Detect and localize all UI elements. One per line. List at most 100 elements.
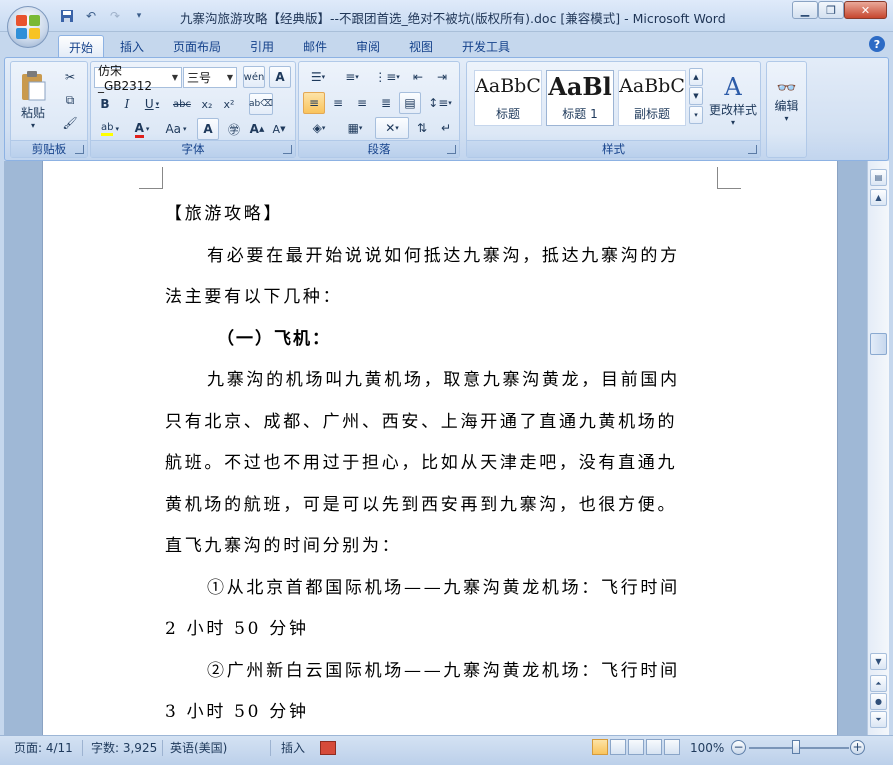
paste-button[interactable]: 粘贴 ▾: [15, 64, 51, 136]
enclose-char-icon[interactable]: ㊫: [223, 118, 245, 140]
show-marks-icon[interactable]: ↵: [435, 117, 457, 139]
minimize-icon[interactable]: ▁: [792, 1, 818, 19]
font-color-button[interactable]: A ▾: [127, 118, 157, 140]
align-right-icon[interactable]: ≡: [351, 92, 373, 114]
zoom-out-icon[interactable]: −: [731, 740, 746, 755]
grow-font-button[interactable]: A ▲: [247, 118, 267, 140]
browse-object-icon[interactable]: ●: [870, 693, 887, 710]
styles-scroll-up-icon[interactable]: ▲: [689, 68, 703, 86]
tab-view[interactable]: 视图: [399, 35, 443, 57]
word-count[interactable]: 字数: 3,925: [91, 739, 157, 757]
language-indicator[interactable]: 英语(美国): [170, 739, 227, 757]
document-body[interactable]: 【旅游攻略】 有必要在最开始说说如何抵达九寨沟，抵达九寨沟的方 法主要有以下几种：（…: [165, 197, 720, 735]
tab-page-layout[interactable]: 页面布局: [163, 35, 231, 57]
help-icon[interactable]: ?: [869, 36, 885, 52]
bold-button[interactable]: B: [95, 93, 115, 115]
change-case-button[interactable]: Aa ▾: [161, 118, 191, 140]
style-title[interactable]: AaBbC 标题: [474, 70, 542, 126]
document-paragraph[interactable]: 有必要在最开始说说如何抵达九寨沟，抵达九寨沟的方: [165, 239, 720, 281]
document-paragraph[interactable]: ①从北京首都国际机场——九寨沟黄龙机场：飞行时间: [165, 571, 720, 613]
highlight-button[interactable]: ab ▾: [95, 118, 125, 140]
ruler-toggle-icon[interactable]: ▤: [870, 169, 887, 186]
draft-view-icon[interactable]: [664, 739, 680, 755]
align-center-icon[interactable]: ≡: [327, 92, 349, 114]
insert-mode[interactable]: 插入: [281, 739, 305, 757]
next-page-icon[interactable]: ⏷: [870, 711, 887, 728]
italic-button[interactable]: I: [117, 93, 137, 115]
cut-icon[interactable]: ✂: [59, 66, 81, 88]
align-left-icon[interactable]: ≡: [303, 92, 325, 114]
document-paragraph[interactable]: （一）飞机：: [165, 322, 720, 364]
style-subtitle[interactable]: AaBbC 副标题: [618, 70, 686, 126]
editing-button[interactable]: 👓 编辑 ▾: [769, 66, 804, 134]
vertical-scrollbar[interactable]: ▤ ▲ ▼ ⏶ ● ⏷: [867, 161, 889, 735]
paragraph-launcher-icon[interactable]: [447, 145, 456, 154]
document-paragraph[interactable]: 直飞九寨沟的时间分别为：: [165, 529, 720, 571]
document-paragraph[interactable]: 3 小时 50 分钟: [165, 695, 720, 735]
increase-indent-icon[interactable]: ⇥: [431, 66, 453, 88]
styles-launcher-icon[interactable]: [748, 145, 757, 154]
styles-more-icon[interactable]: ▾: [689, 106, 703, 124]
styles-scroll-down-icon[interactable]: ▼: [689, 87, 703, 105]
font-name-combo[interactable]: 仿宋_GB2312 ▼: [94, 64, 182, 93]
font-launcher-icon[interactable]: [283, 145, 292, 154]
document-paragraph[interactable]: 2 小时 50 分钟: [165, 612, 720, 654]
underline-button[interactable]: U ▾: [139, 93, 165, 115]
redo-icon[interactable]: ↷: [106, 8, 124, 24]
undo-icon[interactable]: ↶: [82, 8, 100, 24]
shading-icon[interactable]: ◈ ▾: [303, 117, 335, 139]
close-icon[interactable]: ✕: [844, 1, 887, 19]
strikethrough-button[interactable]: abc: [169, 93, 195, 115]
style-heading-1[interactable]: AaBl 标题 1: [546, 70, 614, 126]
document-page[interactable]: 【旅游攻略】 有必要在最开始说说如何抵达九寨沟，抵达九寨沟的方 法主要有以下几种：（…: [42, 161, 838, 735]
tab-references[interactable]: 引用: [240, 35, 284, 57]
save-icon[interactable]: [58, 8, 76, 24]
scroll-down-icon[interactable]: ▼: [870, 653, 887, 670]
subscript-button[interactable]: x₂: [197, 93, 217, 115]
document-paragraph[interactable]: 只有北京、成都、广州、西安、上海开通了直通九黄机场的: [165, 405, 720, 447]
phonetic-guide-button[interactable]: wén: [243, 66, 265, 88]
document-paragraph[interactable]: 【旅游攻略】: [165, 197, 720, 239]
sort-icon[interactable]: ⇅: [411, 117, 433, 139]
copy-icon[interactable]: ⧉: [59, 89, 81, 111]
tab-review[interactable]: 审阅: [346, 35, 390, 57]
multilevel-list-icon[interactable]: ⋮≡ ▾: [371, 66, 403, 88]
tab-mailings[interactable]: 邮件: [293, 35, 337, 57]
document-paragraph[interactable]: 黄机场的航班，可是可以先到西安再到九寨沟，也很方便。: [165, 488, 720, 530]
document-paragraph[interactable]: 九寨沟的机场叫九黄机场，取意九寨沟黄龙，目前国内: [165, 363, 720, 405]
outline-view-icon[interactable]: [646, 739, 662, 755]
shrink-font-button[interactable]: A ▼: [269, 118, 289, 140]
clear-formatting-icon[interactable]: ab⌫: [249, 93, 273, 115]
borders-icon[interactable]: ▦ ▾: [339, 117, 371, 139]
zoom-slider-thumb[interactable]: [792, 740, 800, 754]
page-indicator[interactable]: 页面: 4/11: [14, 739, 73, 757]
superscript-button[interactable]: x²: [219, 93, 239, 115]
distributed-icon[interactable]: ▤: [399, 92, 421, 114]
document-paragraph[interactable]: 航班。不过也不用过于担心，比如从天津走吧，没有直通九: [165, 446, 720, 488]
tab-developer[interactable]: 开发工具: [452, 35, 520, 57]
char-shading-button[interactable]: A: [197, 118, 219, 140]
change-styles-button[interactable]: A 更改样式 ▾: [707, 66, 759, 134]
bullets-icon[interactable]: ☰ ▾: [303, 66, 333, 88]
format-painter-icon[interactable]: 🖌: [59, 112, 81, 134]
previous-page-icon[interactable]: ⏶: [870, 675, 887, 692]
customize-qat-icon[interactable]: ▾: [130, 8, 148, 24]
font-size-combo[interactable]: 三号 ▼: [183, 67, 237, 88]
char-border-button[interactable]: A: [269, 66, 291, 88]
full-screen-reading-view-icon[interactable]: [610, 739, 626, 755]
tab-home[interactable]: 开始: [58, 35, 105, 57]
justify-icon[interactable]: ≣: [375, 92, 397, 114]
tab-insert[interactable]: 插入: [110, 35, 154, 57]
decrease-indent-icon[interactable]: ⇤: [407, 66, 429, 88]
print-layout-view-icon[interactable]: [592, 739, 608, 755]
maximize-icon[interactable]: ❐: [818, 1, 844, 19]
asian-layout-icon[interactable]: ✕ ▾: [375, 117, 409, 139]
scroll-up-icon[interactable]: ▲: [870, 189, 887, 206]
document-paragraph[interactable]: ②广州新白云国际机场——九寨沟黄龙机场：飞行时间: [165, 654, 720, 696]
zoom-level[interactable]: 100%: [690, 739, 724, 757]
clipboard-launcher-icon[interactable]: [75, 145, 84, 154]
macro-record-icon[interactable]: [320, 741, 336, 755]
office-button[interactable]: [7, 6, 49, 48]
scroll-thumb[interactable]: [870, 333, 887, 355]
web-layout-view-icon[interactable]: [628, 739, 644, 755]
